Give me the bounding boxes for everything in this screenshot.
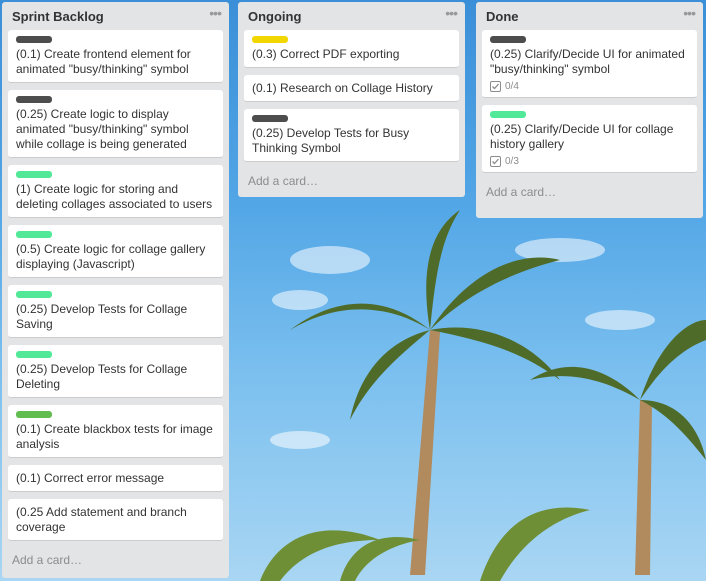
card-title: (0.5) Create logic for collage gallery d… [16, 242, 206, 271]
card-title: (0.25 Add statement and branch coverage [16, 505, 187, 534]
list-header: Done ••• [482, 2, 697, 30]
card-label [16, 36, 52, 43]
list-ongoing: Ongoing ••• (0.3) Correct PDF exporting(… [238, 2, 465, 197]
card-title: (0.1) Create blackbox tests for image an… [16, 422, 213, 451]
card-label [252, 115, 288, 122]
card[interactable]: (0.25) Develop Tests for Collage Deletin… [8, 345, 223, 398]
card[interactable]: (0.1) Research on Collage History [244, 75, 459, 102]
card-title: (0.25) Develop Tests for Collage Deletin… [16, 362, 188, 391]
list-title: Ongoing [248, 9, 302, 24]
card[interactable]: (0.25) Develop Tests for Busy Thinking S… [244, 109, 459, 162]
card[interactable]: (0.25) Clarify/Decide UI for collage his… [482, 105, 697, 173]
list-done: Done ••• (0.25) Clarify/Decide UI for an… [476, 2, 703, 218]
list-menu-ellipsis-icon[interactable]: ••• [445, 5, 458, 21]
card-title: (0.25) Clarify/Decide UI for animated "b… [490, 47, 685, 76]
card-title: (0.25) Clarify/Decide UI for collage his… [490, 122, 674, 151]
list-title: Sprint Backlog [12, 9, 104, 24]
card[interactable]: (0.5) Create logic for collage gallery d… [8, 225, 223, 278]
card-label [16, 291, 52, 298]
list-menu-ellipsis-icon[interactable]: ••• [683, 5, 696, 21]
add-card-button[interactable]: Add a card… [482, 180, 697, 209]
list-title: Done [486, 9, 519, 24]
card-title: (0.25) Create logic to display animated … [16, 107, 189, 151]
card-title: (0.25) Develop Tests for Busy Thinking S… [252, 126, 410, 155]
card[interactable]: (0.25 Add statement and branch coverage [8, 499, 223, 541]
card[interactable]: (1) Create logic for storing and deletin… [8, 165, 223, 218]
card-title: (0.1) Create frontend element for animat… [16, 47, 191, 76]
card-title: (0.3) Correct PDF exporting [252, 47, 400, 61]
list-menu-ellipsis-icon[interactable]: ••• [209, 5, 222, 21]
card-list: (0.3) Correct PDF exporting (0.1) Researc… [244, 30, 459, 162]
card-label [16, 351, 52, 358]
checklist-count: 0/4 [505, 81, 519, 92]
add-card-button[interactable]: Add a card… [244, 169, 459, 198]
checklist-badge: 0/3 [490, 156, 689, 167]
checklist-count: 0/3 [505, 156, 519, 167]
card-label [16, 231, 52, 238]
card-title: (0.25) Develop Tests for Collage Saving [16, 302, 188, 331]
list-header: Ongoing ••• [244, 2, 459, 30]
checkbox-icon [490, 156, 501, 167]
card[interactable]: (0.25) Develop Tests for Collage Saving [8, 285, 223, 338]
card[interactable]: (0.25) Clarify/Decide UI for animated "b… [482, 30, 697, 98]
checkbox-icon [490, 81, 501, 92]
list-sprint-backlog: Sprint Backlog ••• (0.1) Create frontend… [2, 2, 229, 578]
card-label [252, 36, 288, 43]
card-title: (1) Create logic for storing and deletin… [16, 182, 213, 211]
checklist-badge: 0/4 [490, 81, 689, 92]
card-label [16, 171, 52, 178]
card-list: (0.25) Clarify/Decide UI for animated "b… [482, 30, 697, 173]
card-title: (0.1) Research on Collage History [252, 81, 433, 95]
card-label [16, 96, 52, 103]
card-label [490, 36, 526, 43]
add-card-button[interactable]: Add a card… [8, 548, 223, 577]
card-label [490, 111, 526, 118]
card-label [16, 411, 52, 418]
card[interactable]: (0.1) Correct error message [8, 465, 223, 492]
card[interactable]: (0.1) Create blackbox tests for image an… [8, 405, 223, 458]
card[interactable]: (0.25) Create logic to display animated … [8, 90, 223, 158]
list-header: Sprint Backlog ••• [8, 2, 223, 30]
card[interactable]: (0.1) Create frontend element for animat… [8, 30, 223, 83]
card-title: (0.1) Correct error message [16, 471, 165, 485]
card[interactable]: (0.3) Correct PDF exporting [244, 30, 459, 68]
card-list: (0.1) Create frontend element for animat… [8, 30, 223, 541]
